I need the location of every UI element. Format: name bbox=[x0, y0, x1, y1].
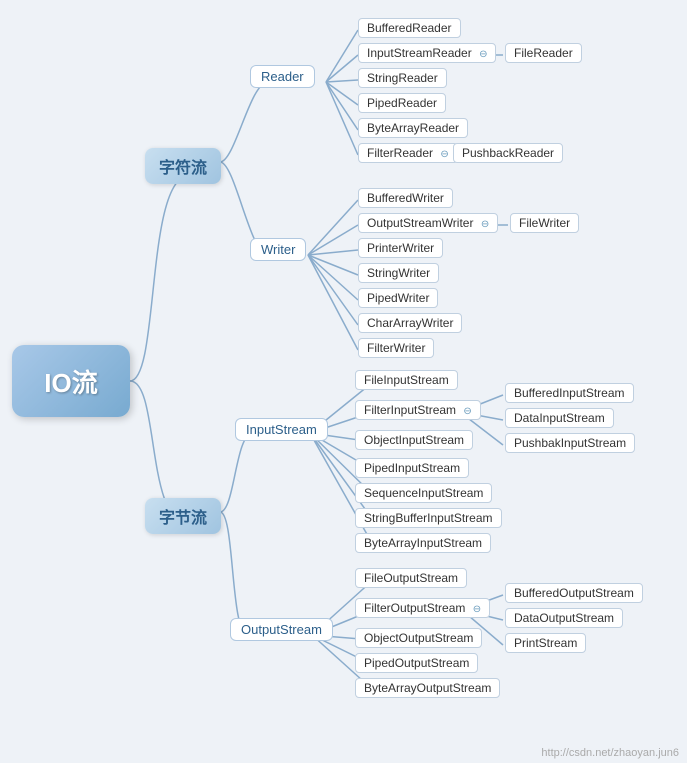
l3-filterwriter: FilterWriter bbox=[358, 338, 434, 358]
l2-outputstream-node: OutputStream bbox=[230, 618, 333, 641]
mind-map: IO流 字符流 字节流 Reader Writer InputStream Ou… bbox=[0, 0, 687, 763]
l3-pushbackreader: PushbackReader bbox=[453, 143, 563, 163]
l2-outputstream-label: OutputStream bbox=[241, 622, 322, 637]
l1-byte-node: 字节流 bbox=[145, 498, 221, 534]
l2-reader-node: Reader bbox=[250, 65, 315, 88]
l1-byte-label: 字节流 bbox=[159, 510, 207, 527]
l3-pipedinputstream: PipedInputStream bbox=[355, 458, 469, 478]
collapse-icon-filterinputstream: ⊖ bbox=[463, 406, 471, 417]
l3-bufferedinputstream: BufferedInputStream bbox=[505, 383, 634, 403]
l2-writer-node: Writer bbox=[250, 238, 306, 261]
l3-printerwriter: PrinterWriter bbox=[358, 238, 443, 258]
l3-sequenceinputstream: SequenceInputStream bbox=[355, 483, 492, 503]
l3-pipedoutputstream: PipedOutputStream bbox=[355, 653, 478, 673]
l3-printstream: PrintStream bbox=[505, 633, 586, 653]
l3-fileinputstream: FileInputStream bbox=[355, 370, 458, 390]
l3-bufferedreader: BufferedReader bbox=[358, 18, 461, 38]
l3-filewriter: FileWriter bbox=[510, 213, 579, 233]
l3-bytearrayreader: ByteArrayReader bbox=[358, 118, 468, 138]
l3-pushbakinputstream: PushbakInputStream bbox=[505, 433, 635, 453]
collapse-icon-outputstreamwriter: ⊖ bbox=[481, 219, 489, 230]
l3-objectinputstream: ObjectInputStream bbox=[355, 430, 473, 450]
l3-pipedwriter: PipedWriter bbox=[358, 288, 438, 308]
l3-outputstreamwriter: OutputStreamWriter ⊖ bbox=[358, 213, 498, 233]
l3-bytearrayoutputstream: ByteArrayOutputStream bbox=[355, 678, 500, 698]
root-label: IO流 bbox=[44, 363, 97, 400]
l3-bufferedoutputstream: BufferedOutputStream bbox=[505, 583, 643, 603]
root-node: IO流 bbox=[12, 345, 130, 417]
l3-stringwriter: StringWriter bbox=[358, 263, 439, 283]
l2-writer-label: Writer bbox=[261, 242, 295, 257]
collapse-icon-inputstreamreader: ⊖ bbox=[479, 49, 487, 60]
l2-inputstream-node: InputStream bbox=[235, 418, 328, 441]
l3-stringbufferinputstream: StringBufferInputStream bbox=[355, 508, 502, 528]
l3-bufferedwriter: BufferedWriter bbox=[358, 188, 453, 208]
watermark: http://csdn.net/zhaoyan.jun6 bbox=[541, 747, 679, 759]
l2-reader-label: Reader bbox=[261, 69, 304, 84]
l3-datainputstream: DataInputStream bbox=[505, 408, 614, 428]
l3-chararraywriter: CharArrayWriter bbox=[358, 313, 462, 333]
collapse-icon-filterreader: ⊖ bbox=[440, 149, 448, 160]
l3-pipedreader: PipedReader bbox=[358, 93, 446, 113]
l3-bytearrayinputstream: ByteArrayInputStream bbox=[355, 533, 491, 553]
l1-char-label: 字符流 bbox=[159, 160, 207, 177]
l3-fileoutputstream: FileOutputStream bbox=[355, 568, 467, 588]
l3-dataoutputstream: DataOutputStream bbox=[505, 608, 623, 628]
l1-char-node: 字符流 bbox=[145, 148, 221, 184]
collapse-icon-filteroutputstream: ⊖ bbox=[473, 604, 481, 615]
l3-inputstreamreader: InputStreamReader ⊖ bbox=[358, 43, 496, 63]
l3-filereader: FileReader bbox=[505, 43, 582, 63]
l2-inputstream-label: InputStream bbox=[246, 422, 317, 437]
l3-objectoutputstream: ObjectOutputStream bbox=[355, 628, 482, 648]
l3-filterinputstream: FilterInputStream ⊖ bbox=[355, 400, 481, 420]
l3-filterreader: FilterReader ⊖ bbox=[358, 143, 458, 163]
l3-filteroutputstream: FilterOutputStream ⊖ bbox=[355, 598, 490, 618]
l3-stringreader: StringReader bbox=[358, 68, 447, 88]
